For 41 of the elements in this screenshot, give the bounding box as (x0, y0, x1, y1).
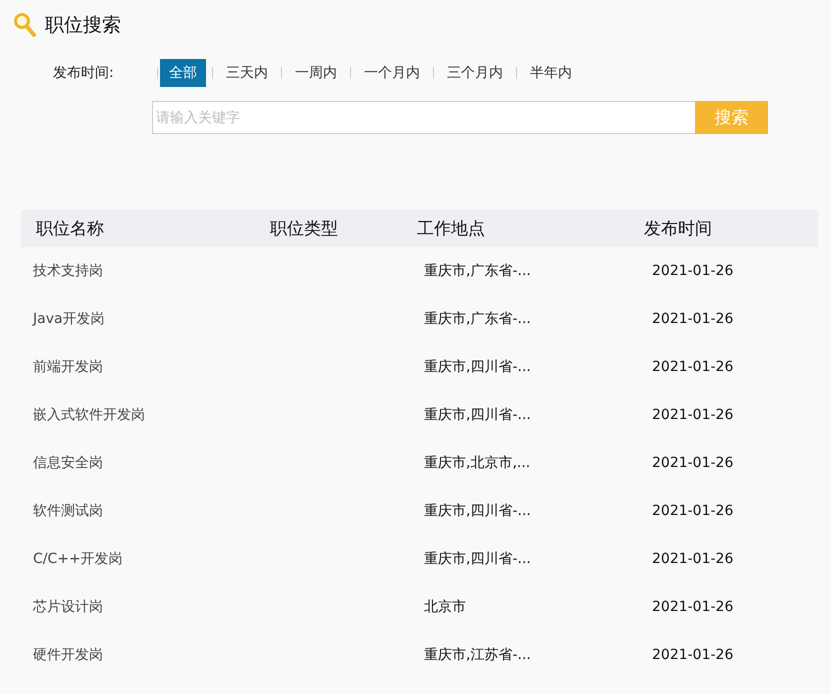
time-filter-tab[interactable]: 一个月内 (357, 59, 427, 87)
time-filter-tab[interactable]: 一周内 (288, 59, 344, 87)
table-cell-text: 重庆市,四川省-... (423, 550, 532, 568)
table-cell-text: 重庆市,四川省-... (423, 502, 532, 520)
table-cell-text: 重庆市,四川省-... (423, 358, 532, 376)
table-cell-text: 技术支持岗 (32, 262, 104, 280)
column-header: 职位名称 (35, 218, 105, 240)
table-cell-text: 2021-01-26 (651, 263, 734, 279)
table-cell-text: 重庆市,北京市,... (423, 454, 532, 472)
table-cell-text: 芯片设计岗 (32, 598, 104, 616)
table-cell-text: 重庆市,江苏省-... (423, 646, 532, 664)
table-cell-text: 前端开发岗 (32, 358, 104, 376)
table-cell-text: 重庆市,广东省-... (423, 310, 532, 328)
search-field[interactable]: 请输入关键字 (152, 101, 695, 134)
table-cell-text: Java开发岗 (31, 310, 106, 328)
filter-label: 发布时间: (53, 64, 115, 82)
table-cell-text: C/C++开发岗 (32, 550, 124, 568)
column-header: 发布时间 (643, 218, 713, 240)
table-cell-text: 2021-01-26 (651, 311, 734, 327)
table-cell-text: 硬件开发岗 (32, 646, 104, 664)
page-title: 职位搜索 (45, 13, 121, 38)
time-filter-tab[interactable]: 全部 (160, 59, 206, 87)
table-cell-text: 2021-01-26 (651, 599, 734, 615)
table-cell-text: 2021-01-26 (651, 551, 734, 567)
table-cell-text: 软件测试岗 (32, 502, 104, 520)
table-cell-text: 2021-01-26 (651, 407, 734, 423)
search-icon (13, 12, 37, 38)
time-filter-tab[interactable]: 三天内 (219, 59, 275, 87)
table-cell-text: 嵌入式软件开发岗 (32, 406, 146, 424)
table-cell-text: 北京市 (423, 598, 467, 616)
table-cell-text: 2021-01-26 (651, 503, 734, 519)
table-cell-text: 重庆市,四川省-... (423, 406, 532, 424)
table-cell-text: 重庆市,广东省-... (423, 262, 532, 280)
table-cell-text: 2021-01-26 (651, 455, 734, 471)
table-cell-text: 2021-01-26 (651, 359, 734, 375)
table-cell-text: 信息安全岗 (32, 454, 104, 472)
time-filter-tab[interactable]: 半年内 (523, 59, 579, 87)
column-header: 工作地点 (416, 218, 486, 240)
time-filter-tab[interactable]: 三个月内 (440, 59, 510, 87)
table-cell-text: 2021-01-26 (651, 647, 734, 663)
column-header: 职位类型 (269, 218, 339, 240)
